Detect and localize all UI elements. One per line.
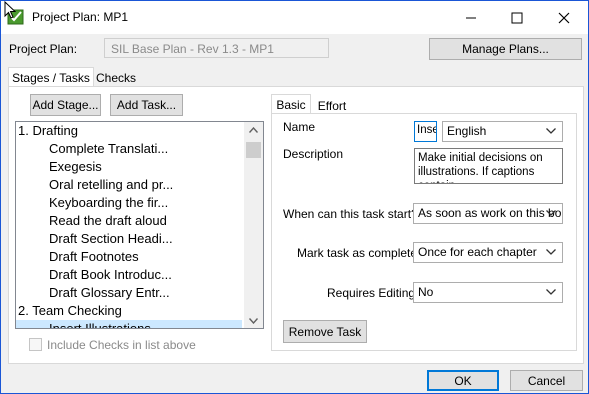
remove-task-button[interactable]: Remove Task [283, 320, 367, 343]
tab-stages-tasks[interactable]: Stages / Tasks [8, 67, 94, 87]
list-item-task[interactable]: Draft Glossary Entr... [49, 284, 170, 302]
complete-select-value: Once for each chapter [418, 245, 537, 259]
list-item-task[interactable]: Draft Book Introduc... [49, 266, 172, 284]
scroll-thumb[interactable] [246, 142, 261, 158]
tab-basic[interactable]: Basic [271, 94, 311, 114]
language-select[interactable]: English [442, 121, 563, 142]
list-item-task[interactable]: Complete Translati... [49, 140, 168, 158]
list-item-stage[interactable]: 2. Team Checking [18, 302, 122, 320]
list-scrollbar[interactable] [244, 122, 263, 328]
include-checks-label: Include Checks in list above [47, 338, 196, 352]
language-select-value: English [447, 124, 487, 138]
list-item-task[interactable]: Keyboarding the fir... [49, 194, 168, 212]
include-checks-checkbox[interactable] [29, 338, 42, 351]
editing-select[interactable]: No [413, 282, 563, 303]
complete-select[interactable]: Once for each chapter [413, 242, 563, 263]
manage-plans-button[interactable]: Manage Plans... [429, 38, 582, 60]
scroll-up-icon[interactable] [249, 127, 258, 133]
name-input[interactable]: Inse [414, 121, 437, 142]
list-item-task[interactable]: Exegesis [49, 158, 102, 176]
chevron-down-icon [546, 128, 556, 134]
editing-select-value: No [418, 285, 434, 299]
window-title: Project Plan: MP1 [32, 10, 129, 24]
description-input[interactable]: Make initial decisions on illustrations.… [414, 148, 563, 184]
mouse-pointer-icon [4, 1, 16, 19]
tab-checks[interactable]: Checks [94, 69, 138, 87]
add-task-button[interactable]: Add Task... [110, 94, 183, 116]
start-select[interactable]: As soon as work on this bo [413, 203, 563, 224]
close-button[interactable] [541, 1, 587, 34]
chevron-down-icon [546, 289, 556, 295]
tab-effort[interactable]: Effort [311, 97, 353, 114]
maximize-icon [511, 12, 523, 23]
list-item-stage[interactable]: 1. Drafting [18, 122, 78, 140]
minimize-button[interactable] [448, 1, 494, 34]
cancel-button[interactable]: Cancel [510, 370, 583, 391]
add-stage-button[interactable]: Add Stage... [30, 94, 101, 116]
editing-label: Requires Editing [327, 286, 416, 300]
list-item-task[interactable]: Draft Section Headi... [49, 230, 173, 248]
complete-label: Mark task as complete [297, 246, 418, 260]
name-label: Name [283, 120, 316, 134]
chevron-down-icon [546, 249, 556, 255]
description-label: Description [283, 147, 344, 161]
list-item-task[interactable]: Read the draft aloud [49, 212, 167, 230]
maximize-button[interactable] [494, 1, 540, 34]
ok-button[interactable]: OK [427, 370, 499, 391]
list-item-task-selected[interactable]: Insert Illustrations [16, 320, 242, 328]
project-plan-field: SIL Base Plan - Rev 1.3 - MP1 [104, 38, 329, 58]
list-item-task[interactable]: Draft Footnotes [49, 248, 139, 266]
list-item-task[interactable]: Oral retelling and pr... [49, 176, 173, 194]
chevron-down-icon [546, 210, 556, 216]
stages-tasks-list[interactable]: 1. Drafting Complete Translati... Exeges… [15, 121, 264, 329]
project-plan-label: Project Plan: [9, 42, 78, 56]
close-icon [558, 12, 570, 23]
scroll-down-icon[interactable] [249, 318, 258, 324]
minimize-icon [466, 17, 476, 18]
start-label: When can this task start? [283, 207, 418, 221]
start-select-value: As soon as work on this bo [418, 206, 562, 220]
